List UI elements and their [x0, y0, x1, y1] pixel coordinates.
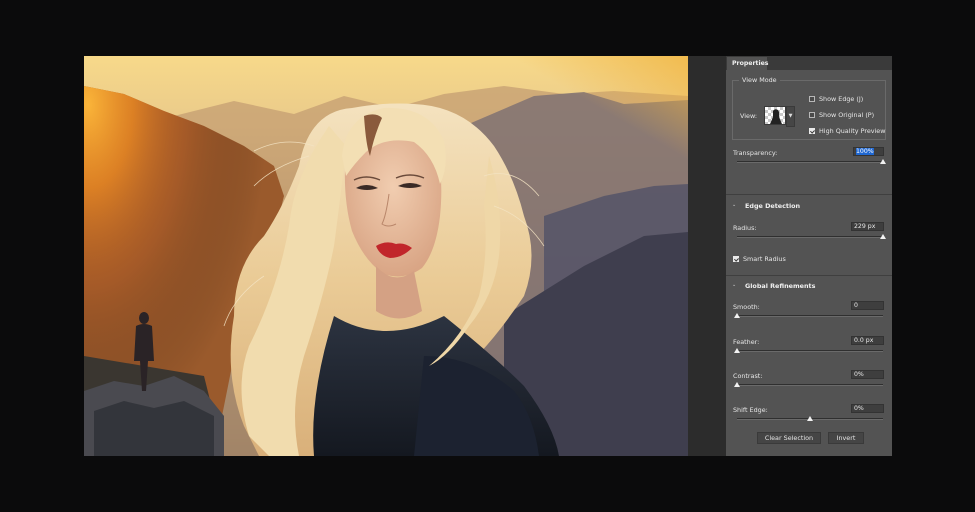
high-quality-preview-label: High Quality Preview: [819, 127, 886, 135]
invert-button[interactable]: Invert: [828, 432, 864, 444]
section-divider: [726, 194, 892, 195]
show-edge-label: Show Edge (J): [819, 95, 864, 103]
transparency-field[interactable]: 100%: [853, 147, 884, 156]
contrast-field[interactable]: 0%: [851, 370, 884, 379]
show-edge-checkbox[interactable]: [809, 96, 815, 102]
transparency-label: Transparency:: [733, 149, 778, 157]
section-divider: [726, 275, 892, 276]
show-original-label: Show Original (P): [819, 111, 875, 119]
radius-field[interactable]: 229 px: [851, 222, 884, 231]
clear-selection-button[interactable]: Clear Selection: [757, 432, 821, 444]
smooth-slider-handle[interactable]: [734, 313, 740, 318]
radius-slider-track[interactable]: [737, 236, 883, 238]
edge-detection-header[interactable]: Edge Detection: [745, 202, 800, 210]
view-dropdown-chevron-down-icon[interactable]: ▼: [786, 106, 795, 127]
panel-tab-bar: Properties: [726, 56, 892, 70]
contrast-slider-handle[interactable]: [734, 382, 740, 387]
feather-field[interactable]: 0.0 px: [851, 336, 884, 345]
smooth-slider-track[interactable]: [737, 315, 883, 317]
shift-edge-label: Shift Edge:: [733, 406, 768, 414]
tab-properties[interactable]: Properties: [727, 57, 768, 70]
feather-slider-handle[interactable]: [734, 348, 740, 353]
feather-slider-track[interactable]: [737, 350, 883, 352]
properties-panel: Properties View Mode View: ▼ Show Edge (…: [726, 56, 892, 456]
view-mode-thumbnail[interactable]: [764, 106, 786, 125]
contrast-label: Contrast:: [733, 372, 763, 380]
contrast-slider-track[interactable]: [737, 384, 883, 386]
high-quality-preview-checkbox[interactable]: [809, 128, 815, 134]
shift-edge-slider-handle[interactable]: [807, 416, 813, 421]
select-and-mask-workspace: Properties View Mode View: ▼ Show Edge (…: [84, 56, 892, 456]
document-canvas[interactable]: [84, 56, 688, 456]
view-mode-legend: View Mode: [739, 76, 780, 84]
global-refinements-header[interactable]: Global Refinements: [745, 282, 815, 290]
radius-label: Radius:: [733, 224, 757, 232]
smart-radius-checkbox[interactable]: [733, 256, 739, 262]
view-preview-icon: [770, 109, 782, 124]
transparency-slider-handle[interactable]: [880, 159, 886, 164]
photo-preview: [84, 56, 688, 456]
smooth-label: Smooth:: [733, 303, 760, 311]
feather-label: Feather:: [733, 338, 760, 346]
transparency-slider-track[interactable]: [737, 161, 883, 163]
global-refinements-chevron-down-icon[interactable]: ⌄: [732, 282, 736, 288]
show-original-checkbox[interactable]: [809, 112, 815, 118]
view-label: View:: [740, 112, 757, 120]
shift-edge-field[interactable]: 0%: [851, 404, 884, 413]
edge-detection-chevron-down-icon[interactable]: ⌄: [732, 202, 736, 208]
smooth-field[interactable]: 0: [851, 301, 884, 310]
smart-radius-label: Smart Radius: [743, 255, 786, 263]
transparency-value: 100%: [856, 148, 874, 155]
canvas-scroll-gutter: [688, 56, 726, 456]
radius-slider-handle[interactable]: [880, 234, 886, 239]
